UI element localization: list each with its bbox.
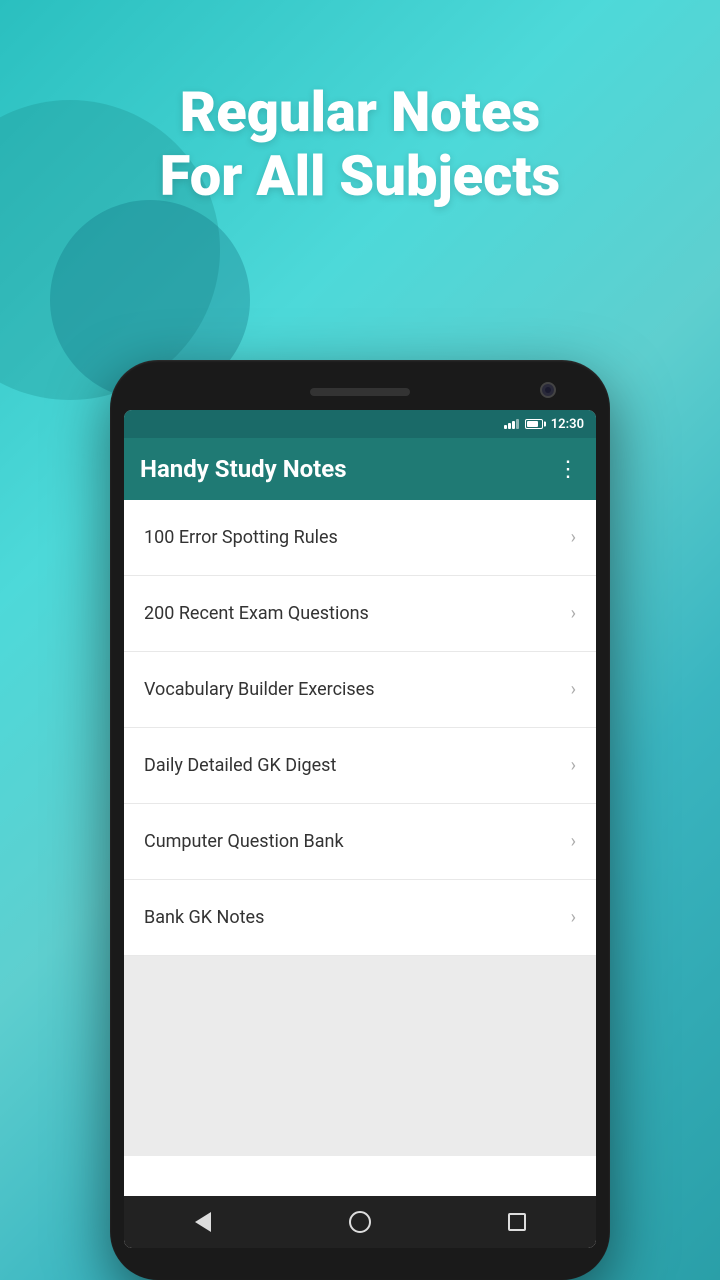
chevron-right-icon: › bbox=[571, 527, 576, 548]
front-camera bbox=[540, 382, 556, 398]
list-item[interactable]: Bank GK Notes › bbox=[124, 880, 596, 956]
list-item-label: Cumputer Question Bank bbox=[144, 831, 344, 852]
status-time: 12:30 bbox=[551, 417, 584, 432]
nav-home-button[interactable] bbox=[340, 1207, 380, 1237]
signal-icon bbox=[504, 419, 519, 429]
list-item-label: 200 Recent Exam Questions bbox=[144, 603, 369, 624]
list-item[interactable]: 200 Recent Exam Questions › bbox=[124, 576, 596, 652]
list-item-label: Vocabulary Builder Exercises bbox=[144, 679, 375, 700]
overflow-menu-button[interactable]: ⋮ bbox=[557, 457, 580, 482]
phone-top-bar bbox=[124, 378, 596, 406]
headline-line1: Regular Notes bbox=[60, 80, 660, 144]
phone-screen: 12:30 Handy Study Notes ⋮ 100 Error Spot… bbox=[124, 410, 596, 1248]
chevron-right-icon: › bbox=[571, 755, 576, 776]
status-bar: 12:30 bbox=[124, 410, 596, 438]
battery-icon bbox=[525, 419, 543, 429]
list-item-vocabulary[interactable]: Vocabulary Builder Exercises › bbox=[124, 652, 596, 728]
list-item-label: Daily Detailed GK Digest bbox=[144, 755, 336, 776]
nav-back-button[interactable] bbox=[183, 1207, 223, 1237]
list-item[interactable]: Cumputer Question Bank › bbox=[124, 804, 596, 880]
list-item-label: Bank GK Notes bbox=[144, 907, 264, 928]
status-icons: 12:30 bbox=[504, 417, 584, 432]
navigation-bar bbox=[124, 1196, 596, 1248]
headline: Regular Notes For All Subjects bbox=[0, 80, 720, 209]
chevron-right-icon: › bbox=[571, 831, 576, 852]
chevron-right-icon: › bbox=[571, 679, 576, 700]
chevron-right-icon: › bbox=[571, 603, 576, 624]
speaker-grille bbox=[310, 388, 410, 396]
list-item[interactable]: Daily Detailed GK Digest › bbox=[124, 728, 596, 804]
list-item-label: 100 Error Spotting Rules bbox=[144, 527, 338, 548]
list-empty-area bbox=[124, 956, 596, 1156]
back-icon bbox=[195, 1212, 211, 1232]
app-toolbar: Handy Study Notes ⋮ bbox=[124, 438, 596, 500]
recents-icon bbox=[508, 1213, 526, 1231]
menu-list: 100 Error Spotting Rules › 200 Recent Ex… bbox=[124, 500, 596, 1196]
nav-recents-button[interactable] bbox=[497, 1207, 537, 1237]
phone-device: 12:30 Handy Study Notes ⋮ 100 Error Spot… bbox=[110, 360, 610, 1280]
headline-line2: For All Subjects bbox=[60, 144, 660, 208]
chevron-right-icon: › bbox=[571, 907, 576, 928]
app-title: Handy Study Notes bbox=[140, 455, 347, 483]
list-item[interactable]: 100 Error Spotting Rules › bbox=[124, 500, 596, 576]
home-icon bbox=[349, 1211, 371, 1233]
phone-body: 12:30 Handy Study Notes ⋮ 100 Error Spot… bbox=[110, 360, 610, 1280]
